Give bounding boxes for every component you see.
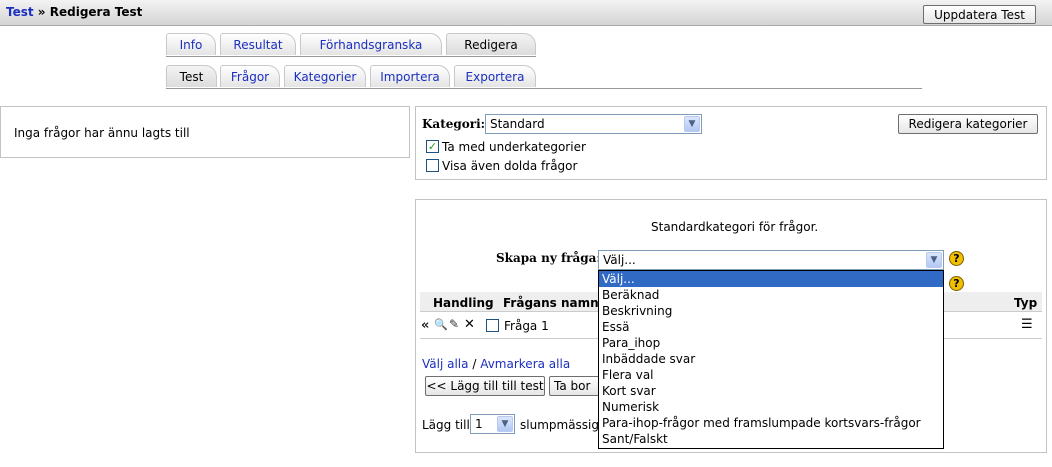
link-separator: /: [472, 357, 477, 371]
include-subcategories-checkbox[interactable]: ✓: [426, 140, 439, 153]
select-all-link[interactable]: Välj alla: [422, 357, 469, 371]
show-hidden-label: Visa även dolda frågor: [442, 159, 578, 173]
tab-importera[interactable]: Importera: [370, 65, 450, 87]
category-select-value: Standard: [490, 117, 545, 131]
tab-row2-divider: [166, 88, 922, 89]
dropdown-option[interactable]: Inbäddade svar: [599, 351, 943, 367]
tab-row1-divider: [166, 56, 536, 57]
random-count-value: 1: [475, 417, 483, 431]
tab-resultat[interactable]: Resultat: [220, 33, 296, 55]
magnifier-icon[interactable]: 🔍: [434, 318, 448, 331]
category-panel: Kategori: Standard ▼ Redigera kategorier…: [415, 106, 1047, 180]
tab-kategorier[interactable]: Kategorier: [284, 65, 366, 87]
deselect-all-link[interactable]: Avmarkera alla: [480, 357, 570, 371]
breadcrumb-current: Redigera Test: [49, 5, 143, 19]
cross-icon[interactable]: ✕: [464, 317, 475, 332]
tab-test[interactable]: Test: [166, 65, 217, 87]
dropdown-option[interactable]: Essä: [599, 319, 943, 335]
add-random-label: Lägg till: [422, 418, 470, 432]
tab-exportera[interactable]: Exportera: [454, 65, 536, 87]
chevron-down-icon: ▼: [926, 252, 942, 268]
tab-info[interactable]: Info: [166, 33, 216, 55]
dropdown-option[interactable]: Para-ihop-frågor med framslumpade kortsv…: [599, 415, 943, 431]
tab-redigera[interactable]: Redigera: [446, 33, 536, 55]
random-questions-text: slumpmässig: [520, 418, 599, 432]
category-description: Standardkategori för frågor.: [651, 220, 819, 234]
create-question-select[interactable]: Välj... ▼: [598, 250, 944, 270]
question-select-checkbox[interactable]: [486, 319, 499, 332]
breadcrumb: Test » Redigera Test: [6, 5, 142, 19]
show-hidden-checkbox[interactable]: [426, 159, 439, 172]
category-select[interactable]: Standard ▼: [485, 114, 702, 134]
dropdown-option[interactable]: Välj...: [599, 271, 943, 287]
column-header-action: Handling: [433, 296, 494, 310]
dropdown-option[interactable]: Para_ihop: [599, 335, 943, 351]
create-question-label: Skapa ny fråga:: [496, 251, 601, 265]
dropdown-option[interactable]: Numerisk: [599, 399, 943, 415]
tab-forhandsgranska[interactable]: Förhandsgranska: [300, 33, 442, 55]
chevron-down-icon: ▼: [497, 416, 513, 432]
dropdown-option[interactable]: Kort svar: [599, 383, 943, 399]
question-name: Fråga 1: [504, 319, 549, 333]
no-questions-message: Inga frågor har ännu lagts till: [14, 126, 190, 140]
create-question-select-value: Välj...: [603, 253, 636, 267]
tab-fragor[interactable]: Frågor: [220, 65, 280, 87]
add-to-quiz-button[interactable]: << Lägg till till test: [425, 376, 545, 396]
column-header-type: Typ: [1014, 296, 1038, 310]
dropdown-option[interactable]: Beräknad: [599, 287, 943, 303]
help-icon[interactable]: ?: [949, 276, 964, 291]
random-count-select[interactable]: 1 ▼: [470, 414, 515, 434]
quiz-contents-panel: Inga frågor har ännu lagts till: [0, 106, 410, 158]
pencil-icon[interactable]: ✎: [449, 317, 459, 331]
select-links: Välj alla / Avmarkera alla: [422, 357, 570, 371]
help-icon[interactable]: ?: [949, 251, 964, 266]
question-type-dropdown-list[interactable]: Välj... Beräknad Beskrivning Essä Para_ihop I…: [598, 270, 944, 449]
navbar: Test » Redigera Test Uppdatera Test: [0, 0, 1052, 26]
dropdown-option[interactable]: Flera val: [599, 367, 943, 383]
category-label: Kategori:: [422, 117, 486, 131]
move-to-quiz-icon[interactable]: «: [421, 318, 429, 333]
chevron-down-icon: ▼: [684, 116, 700, 132]
breadcrumb-separator: »: [37, 5, 46, 19]
breadcrumb-link-test[interactable]: Test: [6, 5, 34, 19]
column-header-name[interactable]: Frågans namn: [503, 296, 599, 310]
update-quiz-button[interactable]: Uppdatera Test: [923, 5, 1036, 24]
multichoice-icon: ☰: [1021, 317, 1033, 332]
include-subcategories-label: Ta med underkategorier: [442, 140, 586, 154]
edit-categories-button[interactable]: Redigera kategorier: [898, 114, 1038, 134]
dropdown-option[interactable]: Beskrivning: [599, 303, 943, 319]
dropdown-option[interactable]: Sant/Falskt: [599, 431, 943, 447]
